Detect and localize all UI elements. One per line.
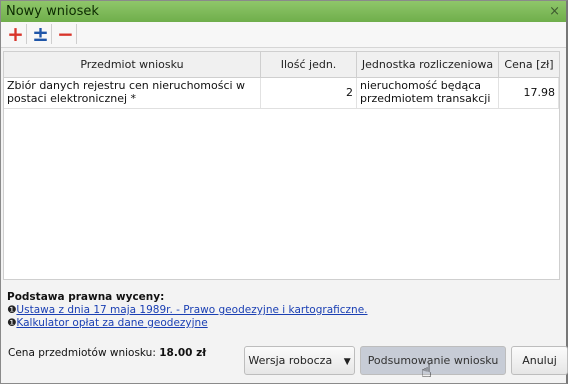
column-header-unit[interactable]: Jednostka rozliczeniowa bbox=[357, 52, 499, 77]
toolbar: + ± − bbox=[1, 22, 566, 48]
request-items-table: Przedmiot wniosku Ilość jedn. Jednostka … bbox=[3, 51, 560, 280]
minus-icon[interactable]: − bbox=[55, 24, 77, 44]
dialog-titlebar: Nowy wniosek × bbox=[1, 1, 566, 22]
legal-link-act: ❶Ustawa z dnia 17 maja 1989r. - Prawo ge… bbox=[7, 304, 368, 317]
dialog-title: Nowy wniosek bbox=[6, 4, 99, 19]
table-row[interactable]: Zbiór danych rejestru cen nieruchomości … bbox=[4, 78, 559, 109]
plus-minus-icon[interactable]: ± bbox=[30, 24, 52, 44]
cell-quantity[interactable]: 2 bbox=[261, 78, 357, 108]
new-request-dialog: Nowy wniosek × + ± − Przedmiot wniosku I… bbox=[0, 0, 568, 384]
request-summary-button[interactable]: Podsumowanie wniosku bbox=[360, 346, 506, 375]
legal-link-calculator: ❶Kalkulator opłat za dane geodezyjne bbox=[7, 317, 368, 330]
cell-unit: nieruchomość będąca przedmiotem transakc… bbox=[357, 78, 499, 108]
column-header-subject[interactable]: Przedmiot wniosku bbox=[4, 52, 261, 77]
legal-basis-section: Podstawa prawna wyceny: ❶Ustawa z dnia 1… bbox=[7, 291, 368, 330]
draft-version-button[interactable]: Wersja robocza ▼ bbox=[244, 346, 355, 375]
legal-basis-label: Podstawa prawna wyceny: bbox=[7, 291, 165, 303]
draft-version-label: Wersja robocza bbox=[248, 354, 333, 367]
act-link[interactable]: Ustawa z dnia 17 maja 1989r. - Prawo geo… bbox=[16, 304, 367, 316]
cell-subject: Zbiór danych rejestru cen nieruchomości … bbox=[4, 78, 261, 108]
total-price-label: Cena przedmiotów wniosku: bbox=[8, 347, 156, 359]
hand-cursor-icon: ☝ bbox=[421, 361, 432, 382]
cell-price: 17.98 bbox=[499, 78, 559, 108]
fee-calculator-link[interactable]: Kalkulator opłat za dane geodezyjne bbox=[16, 317, 207, 329]
info-icon: ❶ bbox=[7, 317, 17, 329]
total-price: Cena przedmiotów wniosku: 18.00 zł bbox=[8, 347, 206, 359]
table-header: Przedmiot wniosku Ilość jedn. Jednostka … bbox=[4, 52, 559, 78]
close-icon[interactable]: × bbox=[549, 1, 560, 22]
cancel-button[interactable]: Anuluj bbox=[511, 346, 568, 375]
plus-icon[interactable]: + bbox=[5, 24, 27, 44]
column-header-price[interactable]: Cena [zł] bbox=[499, 52, 559, 77]
column-header-quantity[interactable]: Ilość jedn. bbox=[261, 52, 357, 77]
info-icon: ❶ bbox=[7, 304, 17, 316]
total-price-value: 18.00 zł bbox=[159, 347, 207, 359]
chevron-down-icon: ▼ bbox=[343, 357, 351, 367]
